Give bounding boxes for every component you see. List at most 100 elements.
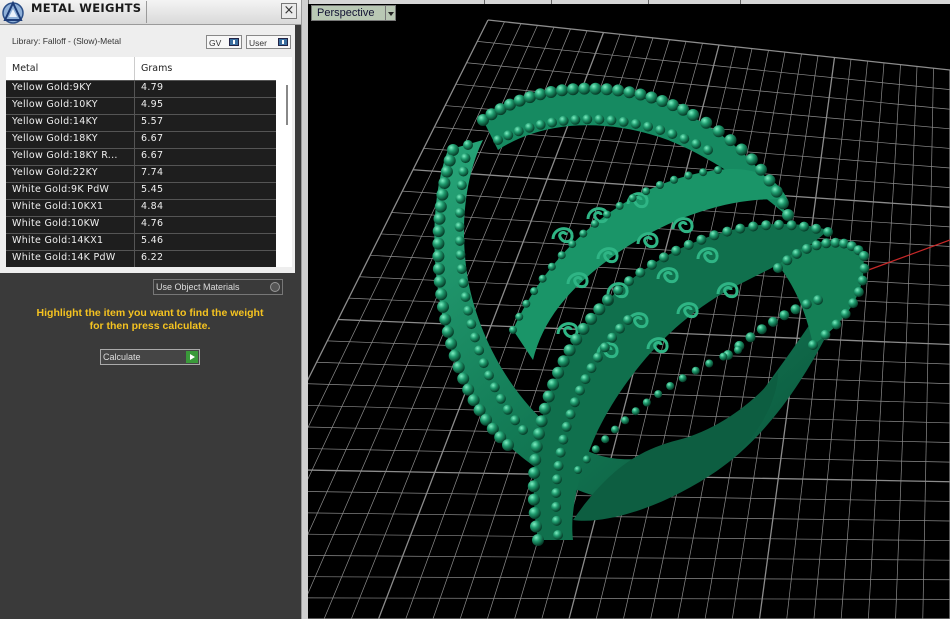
perspective-viewport[interactable]: Perspective xyxy=(308,0,950,619)
bead xyxy=(527,480,540,493)
bead xyxy=(748,221,759,232)
instruction-line-2: for then press calculate. xyxy=(89,320,211,332)
bead xyxy=(530,287,539,296)
bead xyxy=(684,171,693,180)
bead xyxy=(458,278,469,288)
bead xyxy=(655,181,664,189)
column-divider xyxy=(134,217,135,233)
bead xyxy=(437,300,449,313)
bead xyxy=(658,252,669,263)
toggle-knob-icon xyxy=(278,38,288,46)
bead xyxy=(770,185,783,198)
bead xyxy=(443,154,456,167)
bead xyxy=(790,304,801,315)
bead xyxy=(503,130,514,141)
vertical-scrollbar[interactable] xyxy=(282,85,292,125)
table-row[interactable]: White Gold:10KW 4.76 xyxy=(6,216,276,233)
bead xyxy=(454,221,465,232)
calculate-button[interactable]: Calculate xyxy=(100,349,200,365)
bead xyxy=(756,324,767,335)
bead xyxy=(691,139,702,149)
grid-line xyxy=(308,555,950,561)
column-divider xyxy=(134,115,135,131)
table-row[interactable]: Yellow Gold:9KY 4.79 xyxy=(6,80,276,97)
bead xyxy=(623,315,633,325)
bead xyxy=(646,259,657,270)
gv-toggle-label: GV xyxy=(209,38,222,48)
bead xyxy=(615,201,624,210)
bead xyxy=(510,415,521,426)
bead xyxy=(542,390,555,403)
bead xyxy=(466,319,477,330)
bead xyxy=(585,312,598,325)
bead xyxy=(666,99,679,112)
bead xyxy=(761,220,772,231)
bead xyxy=(570,114,581,125)
material-select-label: Use Object Materials xyxy=(156,282,240,292)
user-toggle[interactable]: User xyxy=(246,35,291,49)
library-box: Library: Falloff - (Slow)-Metal GV User … xyxy=(0,25,295,273)
table-row[interactable]: Yellow Gold:22KY 7.74 xyxy=(6,165,276,182)
ring-right-head xyxy=(778,240,864,345)
close-button[interactable]: × xyxy=(281,3,297,19)
table-row[interactable]: White Gold:10KX1 4.84 xyxy=(6,199,276,216)
column-header-metal[interactable]: Metal xyxy=(12,63,38,74)
bead xyxy=(612,84,625,97)
bead xyxy=(467,394,480,407)
panel-title: METAL WEIGHTS xyxy=(31,1,142,15)
scrollbar-thumb[interactable] xyxy=(286,85,288,125)
bead xyxy=(724,134,737,147)
bead xyxy=(614,323,625,334)
viewport-scene[interactable] xyxy=(308,0,950,619)
bead xyxy=(811,240,822,251)
grams-cell: 4.76 xyxy=(141,218,164,229)
bead xyxy=(569,397,580,408)
ring-model[interactable] xyxy=(432,82,870,546)
bead xyxy=(432,237,445,250)
bead xyxy=(593,303,606,316)
bead xyxy=(509,326,517,334)
column-divider xyxy=(134,98,135,114)
table-row[interactable]: Yellow Gold:18KY 6.67 xyxy=(6,131,276,148)
bead xyxy=(678,374,687,383)
bead xyxy=(791,248,802,259)
table-row[interactable]: White Gold:14KX1 5.46 xyxy=(6,233,276,250)
bead xyxy=(811,223,822,234)
bead xyxy=(502,404,513,415)
bead xyxy=(691,366,700,375)
bead xyxy=(528,507,541,519)
bead xyxy=(522,299,531,308)
bead xyxy=(630,118,641,129)
title-separator xyxy=(146,1,147,23)
gv-toggle[interactable]: GV xyxy=(206,35,242,49)
bead xyxy=(631,407,640,416)
bead xyxy=(628,194,637,203)
bead xyxy=(455,249,466,260)
bead xyxy=(671,245,682,256)
table-row[interactable]: White Gold:9K PdW 5.45 xyxy=(6,182,276,199)
table-row[interactable]: White Gold:14K PdW 6.22 xyxy=(6,250,276,267)
column-divider xyxy=(134,81,135,97)
bead xyxy=(745,153,758,166)
grams-cell: 6.67 xyxy=(141,133,164,144)
bead xyxy=(447,144,459,156)
chevron-down-icon[interactable] xyxy=(385,5,396,21)
table-row[interactable]: Yellow Gold:14KY 5.57 xyxy=(6,114,276,131)
bead xyxy=(594,114,605,125)
play-icon xyxy=(186,351,198,363)
bead xyxy=(547,117,557,128)
bead xyxy=(474,345,485,356)
material-select[interactable]: Use Object Materials xyxy=(153,279,283,295)
bead xyxy=(779,310,790,321)
column-header-grams[interactable]: Grams xyxy=(141,63,172,74)
bead xyxy=(776,197,789,210)
bead xyxy=(535,119,546,130)
view-name-tab[interactable]: Perspective xyxy=(311,5,395,21)
panel-splitter[interactable] xyxy=(301,0,308,619)
bead xyxy=(735,143,748,156)
bead xyxy=(432,262,445,275)
bead xyxy=(857,275,868,286)
table-row[interactable]: Yellow Gold:18KY R... 6.67 xyxy=(6,148,276,165)
table-row[interactable]: Yellow Gold:10KY 4.95 xyxy=(6,97,276,114)
bead xyxy=(782,209,794,221)
